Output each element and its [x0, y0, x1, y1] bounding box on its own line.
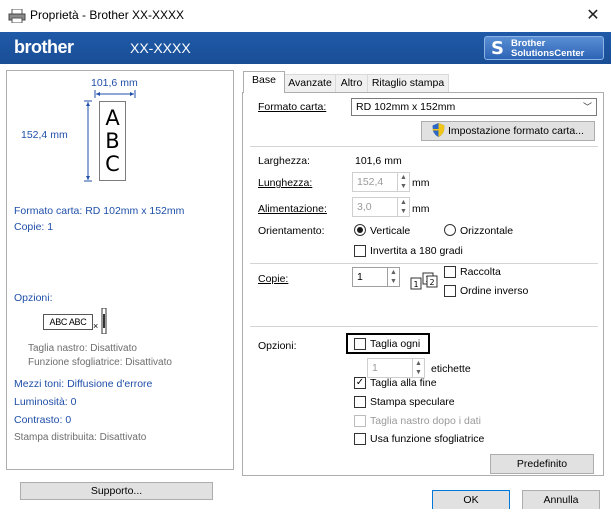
- brother-logo: brother: [14, 37, 74, 57]
- copie-value: 1: [357, 271, 363, 283]
- etichette-value: 1: [372, 362, 378, 374]
- verticale-label: Verticale: [370, 225, 411, 237]
- formato-value: RD 102mm x 152mm: [356, 101, 456, 113]
- collate-pages-icon: 1 2 2: [410, 272, 438, 290]
- height-dimension-arrow: [84, 100, 92, 182]
- invertita-label: Invertita a 180 gradi: [370, 245, 463, 257]
- impostazione-formato-button[interactable]: Impostazione formato carta...: [421, 121, 595, 141]
- ok-button[interactable]: OK: [432, 490, 510, 509]
- taglia-alla-fine-label: Taglia alla fine: [370, 377, 437, 389]
- separator: [250, 326, 598, 327]
- preview-luminosita: Luminosità: 0: [14, 396, 77, 408]
- raccolta-label: Raccolta: [460, 266, 501, 278]
- usa-funzione-label: Usa funzione sfogliatrice: [370, 433, 485, 445]
- lunghezza-unit: mm: [412, 177, 430, 189]
- stampa-speculare-checkbox[interactable]: [354, 396, 366, 408]
- orizzontale-radio[interactable]: [444, 224, 456, 236]
- formato-label: Formato carta:: [258, 101, 327, 113]
- stampa-speculare-label: Stampa speculare: [370, 396, 455, 408]
- formato-select[interactable]: RD 102mm x 152mm ﹀: [351, 98, 597, 116]
- tape-sample: ABC ABC: [43, 314, 93, 330]
- ordine-inverso-label: Ordine inverso: [460, 285, 529, 297]
- alimentazione-spinner[interactable]: 3,0 ▲ ▼: [352, 197, 410, 217]
- alimentazione-unit: mm: [412, 203, 430, 215]
- taglia-nastro-dopo-checkbox[interactable]: [354, 415, 366, 427]
- solutions-center-button[interactable]: S Brother SolutionsCenter: [484, 36, 604, 60]
- taglia-ogni-checkbox[interactable]: [354, 338, 366, 350]
- title-bar: Proprietà - Brother XX-XXXX ✕: [0, 0, 611, 32]
- orientamento-label: Orientamento:: [258, 225, 325, 237]
- copie-spinner[interactable]: 1 ▲ ▼: [352, 267, 400, 287]
- preview-letter-a: A: [105, 106, 120, 130]
- taglia-nastro-dopo-label: Taglia nastro dopo i dati: [370, 415, 481, 427]
- alimentazione-label: Alimentazione:: [258, 203, 327, 215]
- preview-letter-c: C: [105, 152, 120, 176]
- verticale-radio[interactable]: [354, 224, 366, 236]
- preview-contrasto: Contrasto: 0: [14, 414, 72, 426]
- header-banner: brother XX-XXXX S Brother SolutionsCente…: [0, 32, 611, 64]
- tab-base[interactable]: Base: [243, 71, 285, 93]
- preview-height-label: 152,4 mm: [21, 129, 68, 141]
- etichette-label: etichette: [431, 363, 471, 375]
- spinner-arrows-icon[interactable]: ▲ ▼: [397, 198, 409, 216]
- predefinito-button[interactable]: Predefinito: [490, 454, 594, 474]
- preview-stampa-distribuita: Stampa distribuita: Disattivato: [14, 432, 147, 443]
- preview-formato: Formato carta: RD 102mm x 152mm: [14, 205, 185, 217]
- preview-taglia-nastro: Taglia nastro: Disattivato: [28, 343, 137, 354]
- raccolta-checkbox[interactable]: [444, 266, 456, 278]
- close-icon[interactable]: ✕: [580, 4, 606, 28]
- preview-letter-b: B: [105, 129, 120, 153]
- invertita-checkbox[interactable]: [354, 245, 366, 257]
- cutter-icon: [101, 308, 107, 334]
- usa-funzione-checkbox[interactable]: [354, 433, 366, 445]
- tab-altro[interactable]: Altro: [335, 74, 368, 92]
- window-title: Proprietà - Brother XX-XXXX: [30, 8, 185, 22]
- opzioni-label: Opzioni:: [258, 340, 297, 352]
- preview-mezzi-toni: Mezzi toni: Diffusione d'errore: [14, 378, 153, 390]
- tab-ritaglio-stampa[interactable]: Ritaglio stampa: [367, 74, 449, 92]
- spinner-arrows-icon[interactable]: ▲ ▼: [412, 359, 424, 377]
- preview-panel: 101,6 mm 152,4 mm A B C Formato carta: R…: [6, 70, 234, 470]
- svg-text:2: 2: [430, 278, 435, 287]
- width-dimension-arrow: [94, 90, 136, 98]
- preview-width-label: 101,6 mm: [91, 77, 138, 89]
- preview-copie: Copie: 1: [14, 221, 54, 233]
- taglia-alla-fine-checkbox[interactable]: ✓: [354, 377, 366, 389]
- model-name: XX-XXXX: [130, 40, 191, 56]
- larghezza-value: 101,6 mm: [355, 155, 402, 167]
- svg-text:1: 1: [414, 280, 419, 289]
- paper-preview: A B C: [99, 101, 126, 181]
- lunghezza-spinner[interactable]: 152,4 ▲ ▼: [352, 172, 410, 192]
- ordine-inverso-checkbox[interactable]: [444, 285, 456, 297]
- larghezza-label: Larghezza:: [258, 155, 310, 167]
- spinner-arrows-icon[interactable]: ▲ ▼: [387, 268, 399, 286]
- preview-opzioni-heading: Opzioni:: [14, 292, 53, 304]
- tab-avanzate[interactable]: Avanzate: [284, 74, 336, 92]
- orizzontale-label: Orizzontale: [460, 225, 514, 237]
- separator: [250, 146, 598, 147]
- etichette-spinner[interactable]: 1 ▲ ▼: [367, 358, 425, 378]
- lunghezza-label: Lunghezza:: [258, 177, 313, 189]
- lunghezza-value: 152,4: [357, 176, 384, 188]
- alimentazione-value: 3,0: [357, 201, 372, 213]
- solutions-line2: SolutionsCenter: [511, 48, 585, 59]
- uac-shield-icon: [432, 123, 445, 137]
- spinner-arrows-icon[interactable]: ▲ ▼: [397, 173, 409, 191]
- copie-label: Copie:: [258, 273, 289, 285]
- printer-icon: [8, 9, 26, 23]
- preview-funzione-sfogliatrice: Funzione sfogliatrice: Disattivato: [28, 357, 172, 368]
- annulla-button[interactable]: Annulla: [522, 490, 600, 509]
- cut-mark-icon: ×: [93, 321, 99, 331]
- impostazione-label: Impostazione formato carta...: [447, 125, 584, 137]
- brother-s-logo-icon: S: [491, 38, 504, 59]
- supporto-button[interactable]: Supporto...: [20, 482, 213, 500]
- chevron-down-icon: ﹀: [582, 102, 592, 112]
- separator: [250, 263, 598, 264]
- taglia-ogni-label: Taglia ogni: [370, 338, 421, 350]
